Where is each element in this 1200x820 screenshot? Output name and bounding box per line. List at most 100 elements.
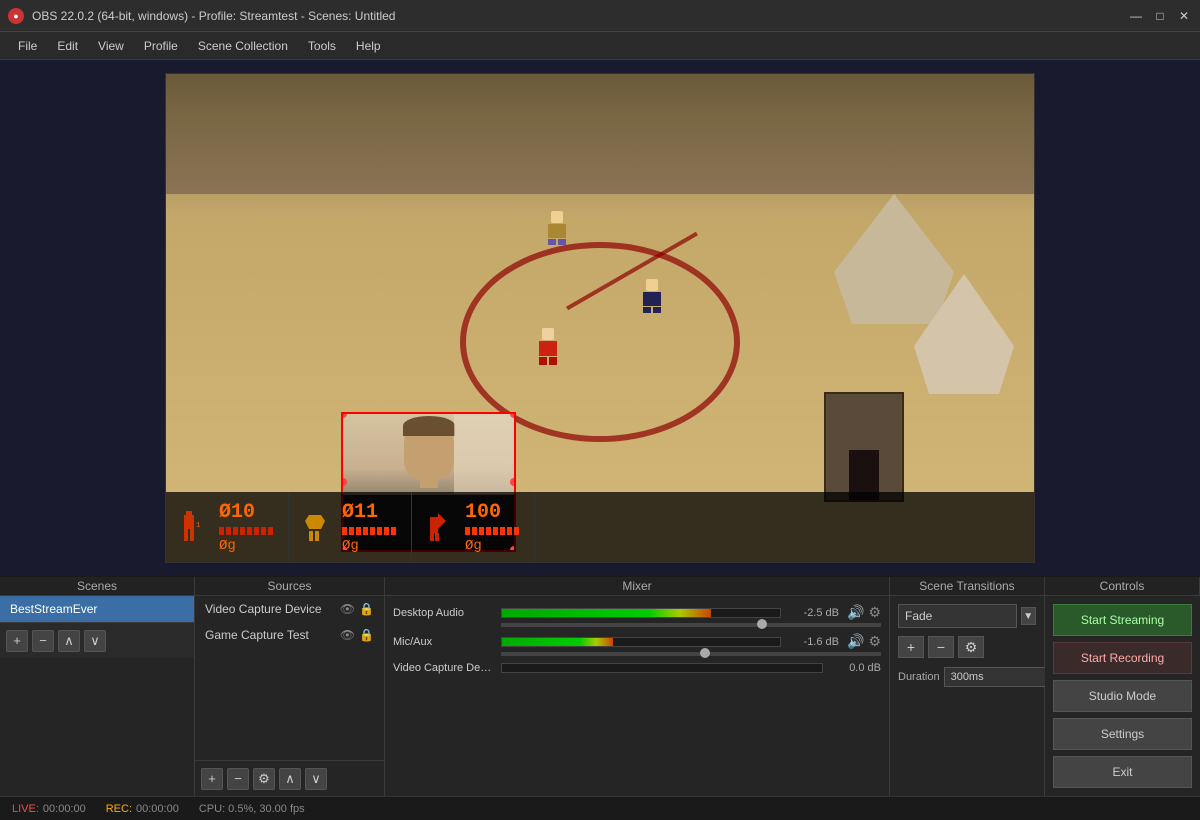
menu-help[interactable]: Help [346, 35, 391, 57]
panel-content: BestStreamEver + − ∧ ∨ Video Capture Dev… [0, 596, 1200, 796]
move-scene-up-button[interactable]: ∧ [58, 630, 80, 652]
desktop-volume-knob[interactable] [757, 619, 767, 629]
transitions-panel: Fade Cut Swipe Slide ▼ + − ⚙ Duration ▲ … [890, 596, 1045, 796]
mic-volume-slider[interactable] [501, 652, 881, 656]
remove-scene-button[interactable]: − [32, 630, 54, 652]
move-source-down-button[interactable]: ∨ [305, 768, 327, 790]
channel-1: 1 Ø10 [166, 492, 289, 562]
channel-2: Ø11 Øg [289, 492, 412, 562]
visibility-icon-0[interactable]: 👁 [340, 602, 355, 616]
sources-panel: Video Capture Device 👁 🔒 Game Capture Te… [195, 596, 385, 796]
controls-panel-header[interactable]: Controls [1045, 577, 1200, 595]
desktop-volume-slider[interactable] [501, 623, 881, 627]
channel3-icon [427, 507, 457, 547]
desktop-audio-controls: 🔊 ⚙ [847, 604, 881, 621]
bottom-panel: Scenes Sources Mixer Scene Transitions C… [0, 576, 1200, 796]
transition-row: Fade Cut Swipe Slide ▼ [898, 604, 1036, 628]
channel2-bars: Ø11 Øg [342, 501, 396, 554]
close-button[interactable]: ✕ [1176, 8, 1192, 24]
channel2-icon [304, 507, 334, 547]
source-item-game-capture[interactable]: Game Capture Test 👁 🔒 [195, 622, 384, 648]
channel-3: 100 Øg [412, 492, 535, 562]
panel-headers: Scenes Sources Mixer Scene Transitions C… [0, 576, 1200, 596]
char-right [643, 279, 661, 311]
studio-mode-button[interactable]: Studio Mode [1053, 680, 1192, 712]
mic-volume-knob[interactable] [700, 648, 710, 658]
window-controls[interactable]: — □ ✕ [1128, 8, 1192, 24]
scene-item-best-stream-ever[interactable]: BestStreamEver [0, 596, 194, 622]
source-0-icons: 👁 🔒 [340, 602, 374, 616]
scenes-panel: BestStreamEver + − ∧ ∨ [0, 596, 195, 796]
transitions-panel-header[interactable]: Scene Transitions [890, 577, 1045, 595]
transition-buttons: + − ⚙ [898, 636, 1036, 658]
titlebar: ● OBS 22.0.2 (64-bit, windows) - Profile… [0, 0, 1200, 32]
scenes-panel-header[interactable]: Scenes [0, 577, 195, 595]
door-house [824, 392, 904, 502]
live-status: LIVE: 00:00:00 [12, 803, 86, 815]
transition-settings-button[interactable]: ⚙ [958, 636, 984, 658]
controls-panel: Start Streaming Start Recording Studio M… [1045, 596, 1200, 796]
menu-tools[interactable]: Tools [298, 35, 346, 57]
mixer-mic-volume [393, 652, 881, 656]
lock-icon-0[interactable]: 🔒 [359, 602, 374, 616]
add-source-button[interactable]: + [201, 768, 223, 790]
sources-toolbar: + − ⚙ ∧ ∨ [195, 760, 384, 796]
sources-panel-header[interactable]: Sources [195, 577, 385, 595]
menu-edit[interactable]: Edit [47, 35, 88, 57]
preview-canvas[interactable]: 1 Ø10 [165, 73, 1035, 563]
start-recording-button[interactable]: Start Recording [1053, 642, 1192, 674]
add-scene-button[interactable]: + [6, 630, 28, 652]
char-center-top [548, 211, 566, 243]
mute-mic-button[interactable]: 🔊 [847, 633, 864, 650]
source-item-video-capture[interactable]: Video Capture Device 👁 🔒 [195, 596, 384, 622]
menu-file[interactable]: File [8, 35, 47, 57]
menu-scene-collection[interactable]: Scene Collection [188, 35, 298, 57]
mixer-video-capture: Video Capture Device 0.0 dB [393, 662, 881, 674]
lock-icon-1[interactable]: 🔒 [359, 628, 374, 642]
source-1-icons: 👁 🔒 [340, 628, 374, 642]
mic-settings-button[interactable]: ⚙ [868, 633, 881, 650]
duration-row: Duration ▲ ▼ [898, 666, 1036, 688]
desktop-audio-fill [502, 609, 711, 617]
game-scene: 1 Ø10 [166, 74, 1034, 562]
channel3-bars: 100 Øg [465, 501, 519, 554]
remove-transition-button[interactable]: − [928, 636, 954, 658]
mic-aux-fill [502, 638, 613, 646]
rec-status: REC: 00:00:00 [106, 803, 179, 815]
app-icon: ● [8, 8, 24, 24]
resize-handle-mr[interactable] [510, 478, 516, 486]
move-source-up-button[interactable]: ∧ [279, 768, 301, 790]
desktop-settings-button[interactable]: ⚙ [868, 604, 881, 621]
exit-button[interactable]: Exit [1053, 756, 1192, 788]
preview-bottom-bar: 1 Ø10 [166, 492, 1034, 562]
mute-desktop-button[interactable]: 🔊 [847, 604, 864, 621]
channel1-bars: Ø10 Øg [219, 501, 273, 554]
maximize-button[interactable]: □ [1152, 8, 1168, 24]
source-settings-button[interactable]: ⚙ [253, 768, 275, 790]
sources-list: Video Capture Device 👁 🔒 Game Capture Te… [195, 596, 384, 760]
mixer-mic-aux: Mic/Aux -1.6 dB 🔊 ⚙ [393, 633, 881, 650]
mixer-desktop-audio: Desktop Audio -2.5 dB 🔊 ⚙ [393, 604, 881, 621]
move-scene-down-button[interactable]: ∨ [84, 630, 106, 652]
svg-text:1: 1 [196, 522, 200, 530]
mixer-panel: Desktop Audio -2.5 dB 🔊 ⚙ Mic/Aux [385, 596, 890, 796]
resize-handle-tr[interactable] [510, 412, 516, 418]
mixer-desktop-volume [393, 623, 881, 627]
bar-row-2 [342, 527, 396, 535]
desktop-audio-level [501, 608, 781, 618]
visibility-icon-1[interactable]: 👁 [340, 628, 355, 642]
scenes-toolbar: + − ∧ ∨ [0, 622, 194, 658]
transition-type-select[interactable]: Fade Cut Swipe Slide [898, 604, 1017, 628]
mic-aux-level [501, 637, 781, 647]
start-streaming-button[interactable]: Start Streaming [1053, 604, 1192, 636]
video-capture-level [501, 663, 823, 673]
cpu-status: CPU: 0.5%, 30.00 fps [199, 803, 305, 815]
minimize-button[interactable]: — [1128, 8, 1144, 24]
menu-profile[interactable]: Profile [134, 35, 188, 57]
menubar: File Edit View Profile Scene Collection … [0, 32, 1200, 60]
add-transition-button[interactable]: + [898, 636, 924, 658]
menu-view[interactable]: View [88, 35, 134, 57]
remove-source-button[interactable]: − [227, 768, 249, 790]
mixer-panel-header[interactable]: Mixer [385, 577, 890, 595]
settings-button[interactable]: Settings [1053, 718, 1192, 750]
